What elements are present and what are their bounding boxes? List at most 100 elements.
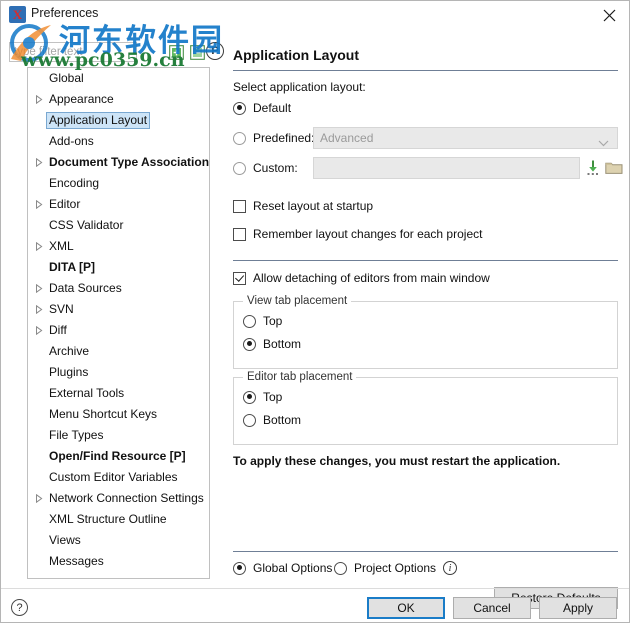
sidebar-item-add-ons[interactable]: Add-ons	[28, 131, 209, 152]
radio-predefined[interactable]: Predefined:	[233, 131, 314, 145]
bottom-divider	[233, 551, 618, 552]
sidebar-item-file-types[interactable]: File Types	[28, 425, 209, 446]
radio-default[interactable]: Default	[233, 101, 291, 115]
radio-editor-tab-bottom[interactable]: Bottom	[243, 413, 301, 427]
radio-view-tab-top[interactable]: Top	[243, 314, 282, 328]
radio-default-indicator	[233, 101, 246, 115]
radio-custom-indicator	[233, 161, 246, 175]
chevron-right-icon[interactable]	[32, 158, 46, 167]
cancel-button[interactable]: Cancel	[453, 597, 531, 619]
sidebar-item-label: Diff	[49, 323, 67, 337]
sidebar-item-editor[interactable]: Editor	[28, 194, 209, 215]
sidebar-item-label: Editor	[49, 197, 81, 211]
sidebar-item-diff[interactable]: Diff	[28, 320, 209, 341]
sidebar-item-svn[interactable]: SVN	[28, 299, 209, 320]
radio-editor-tab-top[interactable]: Top	[243, 390, 282, 404]
preferences-tree[interactable]: Global Appearance Application Layout Add-on…	[27, 67, 210, 579]
group-editor-tab-placement: Editor tab placement Top Bottom	[233, 371, 618, 445]
sidebar-item-global[interactable]: Global	[28, 68, 209, 89]
group-view-tab-placement-title: View tab placement	[243, 295, 352, 307]
sidebar-item-label: Network Connection Settings	[49, 491, 204, 505]
custom-layout-input[interactable]	[313, 157, 580, 179]
sidebar-item-archive[interactable]: Archive	[28, 341, 209, 362]
radio-editor-tab-top-indicator	[243, 390, 256, 404]
chevron-right-icon[interactable]	[32, 95, 46, 104]
sidebar-item-appearance[interactable]: Appearance	[28, 89, 209, 110]
info-icon[interactable]: i	[443, 561, 458, 575]
sidebar-item-dita-p[interactable]: DITA [P]	[28, 257, 209, 278]
chevron-right-icon[interactable]	[32, 326, 46, 335]
checkbox-remember-layout[interactable]: Remember layout changes for each project	[233, 227, 482, 241]
radio-project-options[interactable]: Project Options i	[334, 561, 458, 575]
chevron-right-icon[interactable]	[32, 284, 46, 293]
radio-view-tab-top-label: Top	[263, 314, 283, 328]
sidebar-item-label: Data Sources	[49, 281, 122, 295]
chevron-down-icon	[598, 136, 609, 150]
radio-global-options-label: Global Options	[253, 561, 333, 575]
select-layout-label: Select application layout:	[233, 80, 366, 94]
radio-predefined-label: Predefined:	[253, 131, 315, 145]
checkbox-reset-layout[interactable]: Reset layout at startup	[233, 199, 373, 213]
sidebar-item-open-find-resource-p[interactable]: Open/Find Resource [P]	[28, 446, 209, 467]
sidebar-item-xml-structure-outline[interactable]: XML Structure Outline	[28, 509, 209, 530]
help-icon[interactable]: ?	[11, 599, 28, 616]
sidebar-item-label: DITA [P]	[49, 260, 95, 274]
section-divider	[233, 260, 618, 261]
radio-global-options[interactable]: Global Options	[233, 561, 332, 575]
window-title: Preferences	[31, 6, 99, 20]
sidebar-item-label: External Tools	[49, 386, 125, 400]
svg-text:X: X	[13, 7, 23, 22]
radio-custom-label: Custom:	[253, 161, 298, 175]
checkbox-remember-layout-indicator	[233, 227, 246, 241]
sidebar-item-messages[interactable]: Messages	[28, 551, 209, 572]
sidebar-item-custom-editor-variables[interactable]: Custom Editor Variables	[28, 467, 209, 488]
search-input[interactable]	[9, 42, 137, 62]
sidebar-item-xml[interactable]: XML	[28, 236, 209, 257]
sidebar-item-encoding[interactable]: Encoding	[28, 173, 209, 194]
predefined-layout-select[interactable]: Advanced	[313, 127, 618, 149]
radio-custom[interactable]: Custom:	[233, 161, 298, 175]
browse-folder-icon[interactable]	[605, 160, 623, 178]
chevron-right-icon[interactable]	[32, 494, 46, 503]
sidebar-item-label: XML	[49, 239, 74, 253]
chevron-right-icon[interactable]	[32, 242, 46, 251]
sidebar-item-label: Global	[49, 71, 84, 85]
project-scope-badge[interactable]: P	[206, 42, 224, 60]
chevron-right-icon[interactable]	[32, 305, 46, 314]
checkbox-reset-layout-indicator	[233, 199, 246, 213]
radio-view-tab-top-indicator	[243, 314, 256, 328]
sidebar-item-plugins[interactable]: Plugins	[28, 362, 209, 383]
sidebar-item-label: Views	[49, 533, 81, 547]
sidebar-item-label: Plugins	[49, 365, 89, 379]
sidebar-item-label: CSS Validator	[49, 218, 124, 232]
sidebar-item-document-type-association-p[interactable]: Document Type Association [P]	[28, 152, 209, 173]
sidebar-item-views[interactable]: Views	[28, 530, 209, 551]
page-title: Application Layout	[233, 47, 359, 63]
sidebar-item-label: Custom Editor Variables	[49, 470, 178, 484]
apply-button[interactable]: Apply	[539, 597, 617, 619]
title-divider	[233, 70, 618, 71]
sidebar-item-application-layout[interactable]: Application Layout	[28, 110, 209, 131]
sidebar-item-css-validator[interactable]: CSS Validator	[28, 215, 209, 236]
ok-button[interactable]: OK	[367, 597, 445, 619]
sidebar-item-network-connection-settings[interactable]: Network Connection Settings	[28, 488, 209, 509]
radio-view-tab-bottom[interactable]: Bottom	[243, 337, 301, 351]
predefined-layout-value: Advanced	[320, 131, 374, 145]
filter-box	[9, 42, 137, 62]
sidebar-item-menu-shortcut-keys[interactable]: Menu Shortcut Keys	[28, 404, 209, 425]
collapse-all-icon[interactable]	[190, 44, 205, 60]
chevron-right-icon[interactable]	[32, 200, 46, 209]
sidebar-item-data-sources[interactable]: Data Sources	[28, 278, 209, 299]
expand-all-icon[interactable]	[169, 44, 184, 60]
sidebar-item-label: Open/Find Resource [P]	[49, 449, 186, 463]
radio-predefined-indicator	[233, 131, 246, 145]
sidebar-item-external-tools[interactable]: External Tools	[28, 383, 209, 404]
preferences-dialog: X Preferences type filter text P Global …	[0, 0, 630, 623]
insert-layout-icon[interactable]	[585, 159, 601, 179]
sidebar-item-label: File Types	[49, 428, 104, 442]
close-button[interactable]	[587, 1, 629, 29]
checkbox-allow-detaching[interactable]: Allow detaching of editors from main win…	[233, 271, 490, 285]
sidebar-item-label: Encoding	[49, 176, 100, 190]
sidebar-item-label: Application Layout	[46, 112, 151, 129]
checkbox-allow-detaching-indicator	[233, 271, 246, 285]
